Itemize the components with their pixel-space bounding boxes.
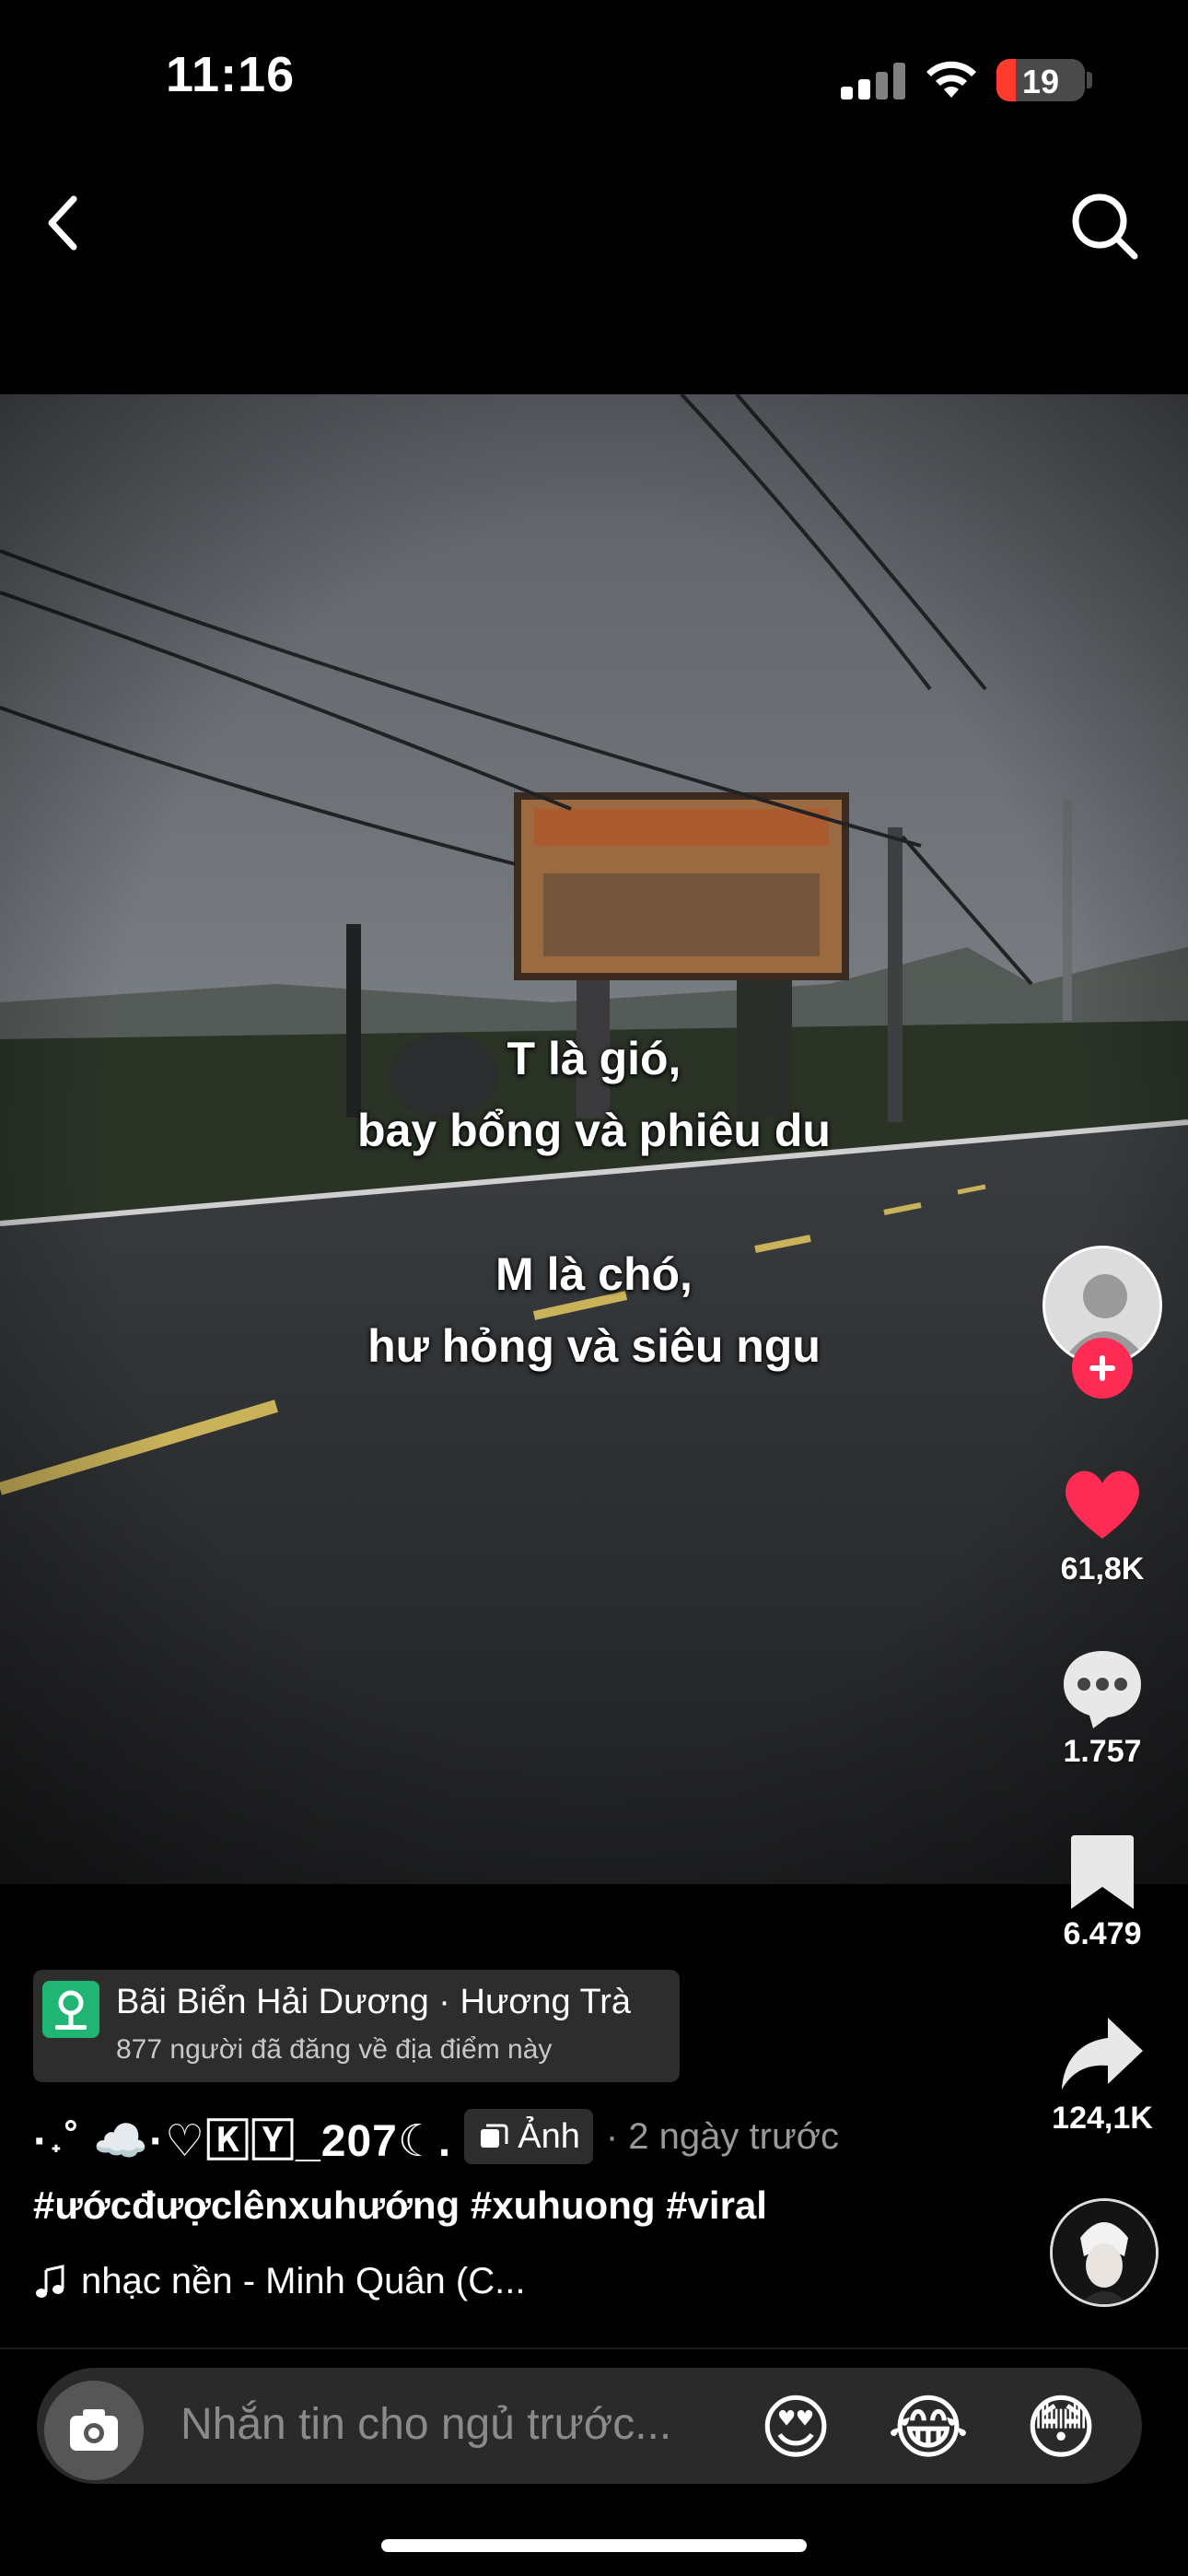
comment-icon[interactable]: [1056, 1640, 1148, 1732]
wifi-icon: [926, 61, 976, 98]
photo-badge: Ảnh: [464, 2109, 593, 2164]
location-pin-icon: [42, 1981, 99, 2038]
comment-count: 1.757: [1063, 1734, 1142, 1769]
back-icon[interactable]: [28, 184, 101, 258]
post-time: · 2 ngày trước: [605, 2115, 839, 2157]
status-time: 11:16: [166, 47, 296, 102]
battery-level: 19: [1021, 63, 1060, 100]
bookmark-icon[interactable]: [1056, 1826, 1148, 1918]
heart-icon[interactable]: [1056, 1458, 1148, 1550]
overlay-text-line-2: bay bổng và phiêu du: [357, 1105, 831, 1156]
share-icon[interactable]: [1056, 2008, 1148, 2101]
comment-input[interactable]: Nhắn tin cho ngủ trước...: [181, 2399, 671, 2450]
author-username[interactable]: ·˖˚ ☁️·♡🄺🅈_207☾.: [33, 2104, 451, 2169]
music-disc[interactable]: [1050, 2198, 1159, 2307]
photo-badge-label: Ảnh: [518, 2116, 580, 2156]
music-label: nhạc nền - Minh Quân (C...: [81, 2261, 526, 2301]
overlay-text-line-4: hư hỏng và siêu ngu: [367, 1320, 821, 1372]
battery-tip: [1087, 72, 1092, 88]
music-cover-art: [1053, 2201, 1156, 2304]
search-icon[interactable]: [1059, 184, 1151, 267]
overlay-text-line-1: T là gió,: [507, 1033, 681, 1084]
author-meta: ·˖˚ ☁️·♡🄺🅈_207☾. Ảnh · 2 ngày trước: [33, 2108, 839, 2166]
location-subtitle: 877 người đã đăng về địa điểm này: [116, 2034, 553, 2065]
location-title: Bãi Biển Hải Dương · Hương Trà: [116, 1983, 632, 2021]
location-pill[interactable]: Bãi Biển Hải Dương · Hương Trà 877 người…: [33, 1970, 680, 2082]
photo-stack-icon: [481, 2124, 508, 2148]
bottom-divider: [0, 2348, 1188, 2349]
camera-icon[interactable]: [44, 2381, 144, 2480]
battery-icon: 19: [996, 59, 1085, 101]
emoji-heart-eyes[interactable]: 😍: [753, 2386, 838, 2471]
share-count: 124,1K: [1052, 2101, 1153, 2136]
emoji-tears-of-joy[interactable]: 😂: [886, 2386, 971, 2471]
follow-plus-icon[interactable]: [1072, 1338, 1133, 1399]
emoji-flushed[interactable]: 😳: [1019, 2386, 1103, 2471]
music-note-icon: [36, 2264, 64, 2298]
save-count: 6.479: [1063, 1916, 1142, 1951]
like-count: 61,8K: [1060, 1551, 1145, 1587]
music-row[interactable]: nhạc nền - Minh Quân (C...: [33, 2261, 525, 2302]
caption-hashtags[interactable]: #ướcđượclênxuhướng #xuhuong #viral: [33, 2184, 767, 2228]
home-indicator: [381, 2539, 807, 2552]
overlay-text-line-3: M là chó,: [495, 1248, 693, 1300]
cellular-signal-icon: [841, 63, 905, 100]
